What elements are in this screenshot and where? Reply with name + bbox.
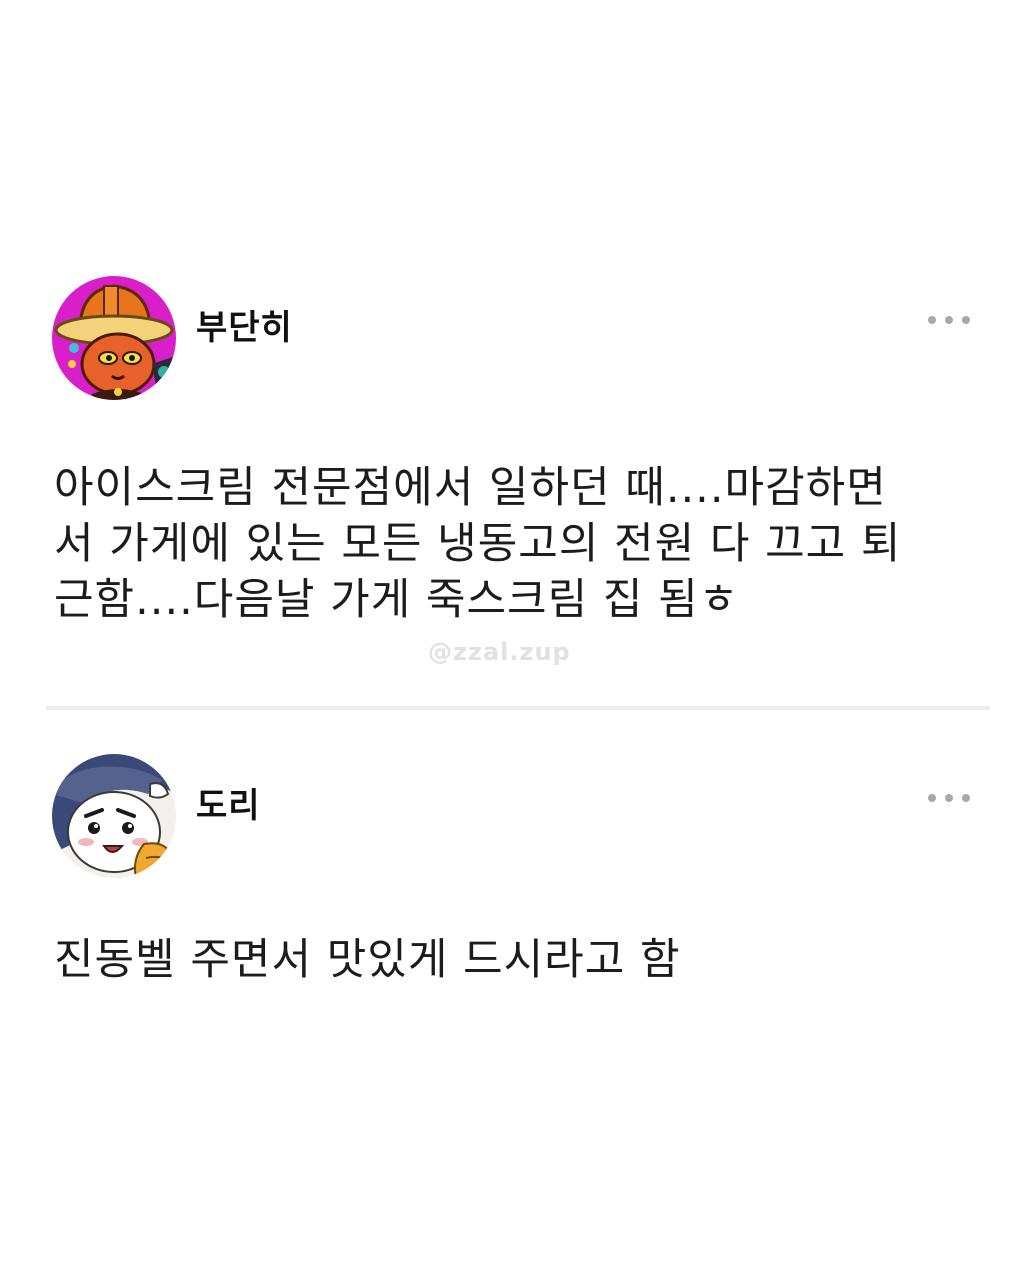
username[interactable]: 부단히 xyxy=(196,300,293,349)
post-text-line: 서 가게에 있는 모든 냉동고의 전원 다 끄고 퇴 xyxy=(54,519,902,569)
watermark: @zzal.zup xyxy=(428,638,571,666)
dot xyxy=(962,794,970,802)
post-text: 진동벨 주면서 맛있게 드시라고 함 xyxy=(54,932,974,988)
username[interactable]: 도리 xyxy=(196,778,261,827)
dot xyxy=(945,316,953,324)
more-options-icon[interactable] xyxy=(928,306,970,334)
dot xyxy=(928,794,936,802)
dot xyxy=(928,316,936,324)
dot xyxy=(945,794,953,802)
divider xyxy=(46,706,990,710)
cat-in-hat-avatar[interactable] xyxy=(52,276,176,400)
post-text-line: 근함....다음날 가게 죽스크림 집 됨ㅎ xyxy=(54,575,740,625)
post-text: 아이스크림 전문점에서 일하던 때....마감하면 서 가게에 있는 모든 냉동… xyxy=(54,460,974,628)
post-text-line: 아이스크림 전문점에서 일하던 때....마감하면 xyxy=(54,463,887,513)
dot xyxy=(962,316,970,324)
cartoon-character-avatar[interactable] xyxy=(52,754,176,878)
post-text-line: 진동벨 주면서 맛있게 드시라고 함 xyxy=(54,935,681,985)
more-options-icon[interactable] xyxy=(928,784,970,812)
